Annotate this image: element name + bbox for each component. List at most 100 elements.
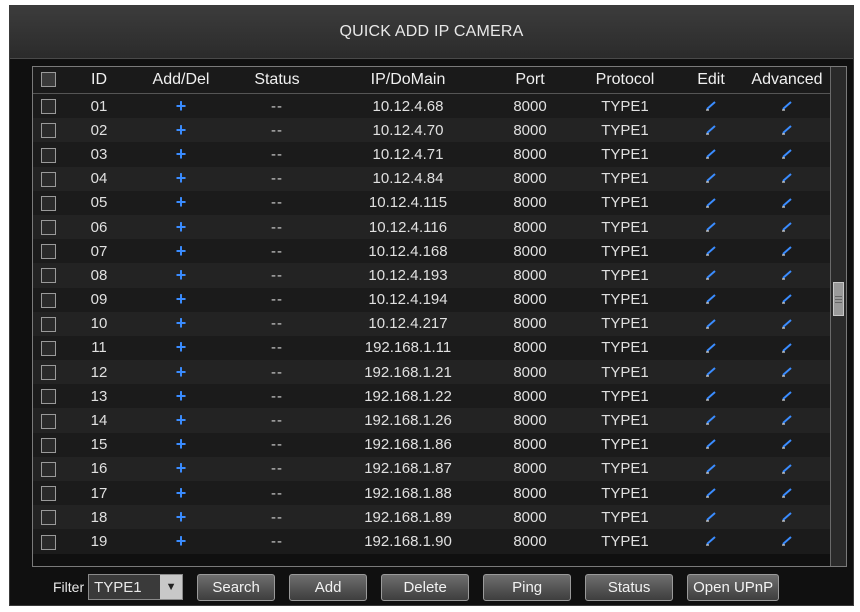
plus-icon[interactable]: + [176,434,187,454]
pencil-icon[interactable] [704,195,718,212]
table-row[interactable]: 15 + -- 192.168.1.86 8000 TYPE1 [33,432,831,457]
ping-button[interactable]: Ping [483,573,572,601]
filter-protocol-select[interactable]: TYPE1 ▼ [88,574,184,600]
table-row[interactable]: 03 + -- 10.12.4.71 8000 TYPE1 [33,142,831,167]
row-checkbox[interactable] [40,389,56,405]
row-checkbox-cell[interactable] [33,360,63,385]
row-checkbox-cell[interactable] [33,166,63,191]
add-camera-cell[interactable]: + [135,166,227,191]
add-camera-cell[interactable]: + [135,456,227,481]
row-checkbox[interactable] [40,99,56,115]
pencil-icon[interactable] [780,412,794,429]
edit-cell[interactable] [679,481,743,506]
column-header-edit[interactable]: Edit [679,67,743,94]
pencil-icon[interactable] [780,340,794,357]
row-checkbox-cell[interactable] [33,505,63,530]
plus-icon[interactable]: + [176,313,187,333]
column-header-ip-domain[interactable]: IP/DoMain [327,67,489,94]
plus-icon[interactable]: + [176,531,187,551]
column-header-advanced[interactable]: Advanced [743,67,831,94]
table-row[interactable]: 12 + -- 192.168.1.21 8000 TYPE1 [33,360,831,385]
row-checkbox-cell[interactable] [33,190,63,215]
row-checkbox-cell[interactable] [33,384,63,409]
row-checkbox[interactable] [40,147,56,163]
pencil-icon[interactable] [704,291,718,308]
select-all-checkbox[interactable] [40,72,56,88]
add-camera-cell[interactable]: + [135,360,227,385]
edit-cell[interactable] [679,166,743,191]
add-camera-cell[interactable]: + [135,384,227,409]
column-header-add-del[interactable]: Add/Del [135,67,227,94]
column-header-protocol[interactable]: Protocol [571,67,679,94]
table-row[interactable]: 06 + -- 10.12.4.116 8000 TYPE1 [33,214,831,240]
table-row[interactable]: 09 + -- 10.12.4.194 8000 TYPE1 [33,287,831,312]
pencil-icon[interactable] [780,485,794,502]
table-row[interactable]: 08 + -- 10.12.4.193 8000 TYPE1 [33,263,831,288]
advanced-cell[interactable] [743,311,831,336]
pencil-icon[interactable] [780,533,794,550]
edit-cell[interactable] [679,263,743,288]
row-checkbox[interactable] [40,510,56,526]
plus-icon[interactable]: + [176,241,187,261]
row-checkbox[interactable] [40,461,56,477]
table-row[interactable]: 18 + -- 192.168.1.89 8000 TYPE1 [33,505,831,530]
add-camera-cell[interactable]: + [135,263,227,288]
table-row[interactable]: 10 + -- 10.12.4.217 8000 TYPE1 [33,311,831,336]
edit-cell[interactable] [679,118,743,143]
edit-cell[interactable] [679,432,743,457]
table-row[interactable]: 16 + -- 192.168.1.87 8000 TYPE1 [33,456,831,481]
row-checkbox[interactable] [40,413,56,429]
pencil-icon[interactable] [780,219,794,236]
table-scrollbar[interactable] [830,67,846,566]
table-row[interactable]: 07 + -- 10.12.4.168 8000 TYPE1 [33,239,831,264]
edit-cell[interactable] [679,384,743,409]
search-button[interactable]: Search [197,573,276,601]
row-checkbox[interactable] [40,220,56,236]
add-camera-cell[interactable]: + [135,239,227,264]
row-checkbox[interactable] [40,486,56,502]
pencil-icon[interactable] [780,98,794,115]
add-camera-cell[interactable]: + [135,432,227,457]
table-row[interactable]: 05 + -- 10.12.4.115 8000 TYPE1 [33,190,831,215]
edit-cell[interactable] [679,456,743,481]
pencil-icon[interactable] [704,340,718,357]
pencil-icon[interactable] [704,412,718,429]
table-row[interactable]: 02 + -- 10.12.4.70 8000 TYPE1 [33,118,831,143]
advanced-cell[interactable] [743,239,831,264]
add-camera-cell[interactable]: + [135,529,227,554]
edit-cell[interactable] [679,311,743,336]
edit-cell[interactable] [679,239,743,264]
plus-icon[interactable]: + [176,458,187,478]
add-button[interactable]: Add [289,573,368,601]
plus-icon[interactable]: + [176,217,187,237]
add-camera-cell[interactable]: + [135,335,227,361]
edit-cell[interactable] [679,529,743,554]
delete-button[interactable]: Delete [381,573,470,601]
plus-icon[interactable]: + [176,168,187,188]
column-header-port[interactable]: Port [489,67,571,94]
row-checkbox-cell[interactable] [33,263,63,288]
row-checkbox-cell[interactable] [33,142,63,167]
column-header-status[interactable]: Status [227,67,327,94]
plus-icon[interactable]: + [176,144,187,164]
add-camera-cell[interactable]: + [135,93,227,119]
pencil-icon[interactable] [704,509,718,526]
advanced-cell[interactable] [743,529,831,554]
row-checkbox[interactable] [40,365,56,381]
row-checkbox-cell[interactable] [33,239,63,264]
pencil-icon[interactable] [780,122,794,139]
select-all-checkbox-cell[interactable] [33,67,63,94]
table-row[interactable]: 11 + -- 192.168.1.11 8000 TYPE1 [33,335,831,361]
pencil-icon[interactable] [704,243,718,260]
row-checkbox[interactable] [40,123,56,139]
plus-icon[interactable]: + [176,483,187,503]
advanced-cell[interactable] [743,263,831,288]
table-row[interactable]: 01 + -- 10.12.4.68 8000 TYPE1 [33,93,831,119]
pencil-icon[interactable] [780,170,794,187]
row-checkbox-cell[interactable] [33,93,63,119]
plus-icon[interactable]: + [176,386,187,406]
add-camera-cell[interactable]: + [135,287,227,312]
column-header-id[interactable]: ID [63,67,135,94]
pencil-icon[interactable] [704,219,718,236]
pencil-icon[interactable] [780,436,794,453]
